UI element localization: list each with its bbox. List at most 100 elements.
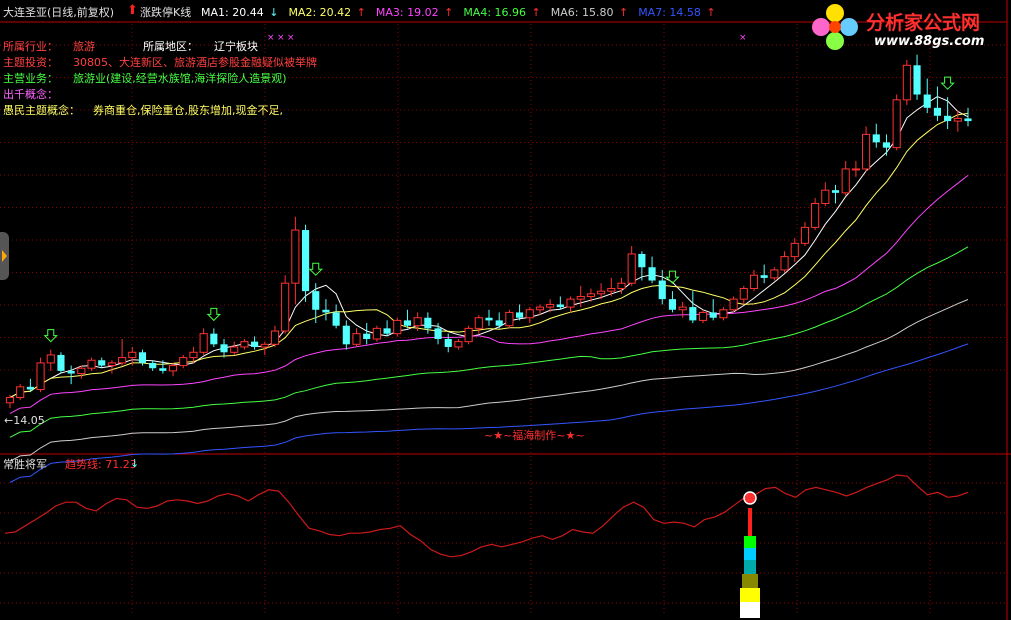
candle-body-up <box>5 396 15 404</box>
industry-value[interactable]: 旅游 <box>73 40 95 54</box>
candle-body-down <box>98 360 106 366</box>
candle-body-down <box>658 280 666 300</box>
candle-body-up <box>739 288 748 300</box>
ma-readout-6: MA7: 14.58 <box>638 6 705 19</box>
concept-label: 出千概念： <box>3 88 58 101</box>
candle-body-up <box>77 367 86 375</box>
candle-body-up <box>811 202 820 228</box>
top-marker-icon: × <box>267 33 275 43</box>
candle-body-up <box>851 168 860 171</box>
chevron-right-icon <box>2 250 7 262</box>
ma-readout-3: MA3: 19.02 <box>375 6 443 19</box>
left-panel-toggle[interactable] <box>0 232 9 280</box>
ma-line-ma3 <box>9 175 969 414</box>
candle-body-up <box>821 189 830 204</box>
candle-body-up <box>566 298 575 308</box>
signal-bar-block <box>744 560 756 574</box>
candle-body-up <box>168 365 178 372</box>
candle-body-down <box>668 299 677 310</box>
flower-logo-icon <box>812 4 860 52</box>
candle-body-up <box>464 327 473 343</box>
candle-body-up <box>270 330 280 345</box>
candle-body-up <box>841 168 850 194</box>
signal-bar-block <box>744 548 756 560</box>
region-value[interactable]: 辽宁板块 <box>214 40 258 54</box>
candle-body-up <box>597 290 606 295</box>
top-marker-icon: × <box>739 33 747 43</box>
ma-line-ma2 <box>9 112 969 398</box>
candle-body-down <box>57 354 65 371</box>
candle-body-down <box>638 253 646 268</box>
theme-label: 主题投资： <box>3 56 58 69</box>
candle-body-up <box>790 242 799 258</box>
candle-body-down <box>944 115 952 122</box>
candle-body-down <box>434 328 442 339</box>
signal-down-arrow-icon <box>940 76 955 90</box>
ma-line-ma4 <box>9 246 969 438</box>
candle-body-up <box>260 343 269 348</box>
candle-body-down <box>312 291 320 310</box>
watermark-logo: 分析家公式网 www.88gs.com <box>812 4 1010 56</box>
signal-ball-icon <box>743 491 757 505</box>
candle-body-up <box>352 333 361 345</box>
candle-body-up <box>36 362 45 390</box>
ma-trend-arrow: ↑ <box>618 6 629 19</box>
candle-body-down <box>322 309 330 313</box>
watermark-url: www.88gs.com <box>874 34 985 49</box>
candle-body-up <box>800 226 810 244</box>
signal-down-arrow-icon <box>43 329 58 343</box>
signal-bar-block <box>742 574 758 588</box>
candle-body-up <box>525 309 534 319</box>
candle-body-up <box>535 306 545 311</box>
candle-body-up <box>413 317 422 327</box>
candle-body-up <box>281 282 290 332</box>
candle-body-down <box>495 320 503 326</box>
trend-line-readout: 趋势线: 71.23 <box>65 458 137 471</box>
candle-body-down <box>342 325 350 345</box>
chart-canvas[interactable]: × × × × <box>0 0 1011 620</box>
candle-body-up <box>698 311 708 321</box>
candle-body-down <box>138 352 147 363</box>
folk-concept-value: 券商重仓,保险重仓,股东增加,现金不足, <box>93 104 283 117</box>
candle-body-down <box>159 368 167 371</box>
candle-body-up <box>372 327 381 340</box>
candle-body-up <box>393 319 402 335</box>
candle-body-up <box>118 357 127 364</box>
candle-body-down <box>424 317 432 329</box>
top-marker-icon: × <box>287 33 295 43</box>
top-marker-icon: × <box>277 33 285 43</box>
candle-body-down <box>556 304 564 308</box>
trend-indicator-layer <box>4 474 969 618</box>
candle-body-down <box>648 267 656 281</box>
candle-body-up <box>474 317 483 329</box>
signal-bar-block <box>740 588 760 602</box>
ma-readout-5: MA6: 15.80 <box>550 6 617 19</box>
folk-concept-label: 愚民主题概念： <box>3 104 80 117</box>
candle-body-down <box>210 333 218 345</box>
candle-body-up <box>770 269 779 279</box>
candle-body-up <box>179 357 188 367</box>
trend-down-arrow: ↓ <box>130 457 140 470</box>
candle-body-up <box>607 288 616 292</box>
candle-body-down <box>220 344 228 353</box>
candle-body-down <box>485 317 493 321</box>
candle-body-up <box>719 309 728 319</box>
signal-bar-block <box>748 508 752 522</box>
candle-body-up <box>902 64 911 101</box>
candle-body-down <box>964 118 972 122</box>
candle-body-down <box>301 230 310 292</box>
candle-body-up <box>46 354 55 364</box>
candle-body-down <box>933 107 941 116</box>
candle-body-down <box>831 190 840 193</box>
sub-indicator-name: 常胜将军 <box>3 458 47 471</box>
candle-body-down <box>251 341 259 347</box>
candle-body-up <box>16 386 25 398</box>
ma-trend-arrow: ↑ <box>706 6 716 19</box>
watermark-brand: 分析家公式网 <box>866 12 981 34</box>
credit-text: ~★~福海制作~★~ <box>484 429 585 442</box>
ma-readout-1: MA1: 20.44 <box>201 6 268 19</box>
candle-body-up <box>892 99 901 149</box>
indicator-up-arrow-icon: ⬆ <box>127 3 138 18</box>
theme-value[interactable]: 30805、大连新区、旅游酒店参股金融疑似被举牌 <box>73 56 317 70</box>
candle-body-down <box>363 333 371 339</box>
